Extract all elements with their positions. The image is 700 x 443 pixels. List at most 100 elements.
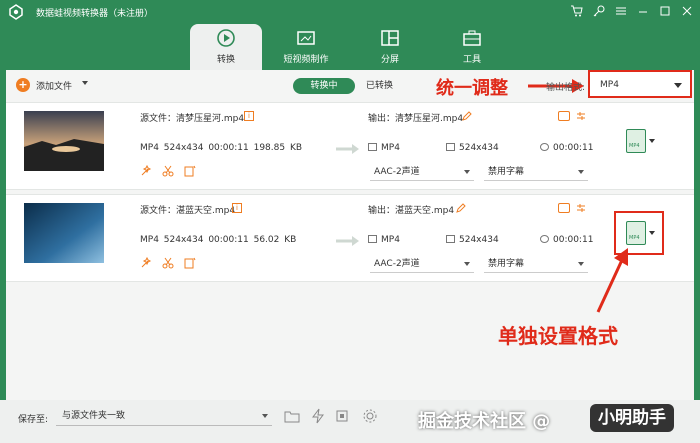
menu-icon[interactable]	[614, 4, 628, 18]
output-format-button[interactable]: MP4	[626, 129, 646, 153]
edit-effect-icon[interactable]	[184, 257, 196, 269]
subtitle-select[interactable]: 禁用字幕	[484, 257, 588, 273]
output-duration: 00:00:11	[540, 235, 593, 245]
main-tab-bar: 转换 短视频制作 分屏 工具	[0, 24, 700, 70]
pencil-icon[interactable]	[462, 111, 472, 121]
video-thumbnail	[24, 203, 104, 263]
bottom-bar: 保存至: 与源文件夹一致 掘金技术社区 @ 小明助手	[0, 400, 700, 443]
content-area: + 添加文件 转换中 已转换 统一调整 输出格式: MP4 源文件：清梦压星河.…	[6, 70, 694, 400]
output-resolution-value: 524x434	[459, 143, 499, 153]
audio-track-select[interactable]: AAC-2声道	[370, 257, 474, 273]
arrow-right-icon	[336, 236, 359, 246]
tab-video-make[interactable]: 短视频制作	[270, 24, 342, 70]
add-file-button[interactable]: 添加文件	[36, 79, 72, 92]
output-duration-value: 00:00:11	[553, 143, 594, 153]
chevron-down-icon	[262, 414, 268, 418]
film-icon	[368, 143, 377, 151]
audio-track-value: AAC-2声道	[374, 167, 420, 177]
output-format-value: MP4	[381, 235, 400, 245]
tab-tools[interactable]: 工具	[436, 24, 508, 70]
output-info-icon[interactable]	[558, 203, 570, 213]
file-card: 源文件：清梦压星河.mp4 i MP4 524x434 00:00:11 198…	[6, 102, 694, 190]
chevron-down-icon	[464, 262, 470, 266]
split-screen-icon	[381, 30, 399, 46]
tab-split-screen[interactable]: 分屏	[354, 24, 426, 70]
output-duration: 00:00:11	[540, 143, 593, 153]
chevron-down-icon	[674, 83, 682, 88]
info-icon[interactable]: i	[244, 111, 254, 121]
watermark-badge: 小明助手	[590, 404, 674, 432]
output-specs: MP4 524x434 00:00:11	[368, 235, 593, 247]
title-bar: 数据蛙视频转换器（未注册）	[0, 0, 700, 24]
pencil-icon[interactable]	[456, 203, 466, 213]
tab-label: 转换	[216, 55, 235, 65]
window-controls	[570, 4, 694, 18]
subtitle-value: 禁用字幕	[488, 259, 525, 269]
source-meta: MP4 524x434 00:00:11 56.02 KB	[140, 235, 297, 245]
tab-converted[interactable]: 已转换	[366, 78, 406, 94]
settings-sliders-icon[interactable]	[576, 111, 586, 121]
key-icon[interactable]	[592, 4, 606, 18]
enhance-icon[interactable]	[140, 256, 152, 269]
audio-track-select[interactable]: AAC-2声道	[370, 165, 474, 181]
add-file-dropdown-icon[interactable]	[82, 81, 88, 85]
clock-icon	[540, 235, 549, 243]
gpu-acceleration-icon[interactable]	[310, 408, 326, 424]
tab-converting[interactable]: 转换中	[293, 78, 355, 94]
output-specs: MP4 524x434 00:00:11	[368, 143, 593, 155]
info-icon[interactable]: i	[232, 203, 242, 213]
convert-all-format-select[interactable]: MP4	[588, 70, 692, 98]
file-actions	[140, 164, 196, 177]
save-path-value: 与源文件夹一致	[62, 411, 126, 421]
convert-icon	[217, 29, 235, 47]
video-thumbnail	[24, 111, 104, 171]
format-dropdown-icon[interactable]	[649, 139, 655, 143]
watermark: 掘金技术社区 @ 小明助手	[410, 402, 700, 436]
annotation-arrow-icon	[596, 248, 628, 313]
folder-icon[interactable]	[284, 408, 300, 424]
source-file-name: 源文件：湛蓝天空.mp4	[140, 206, 236, 216]
tab-convert[interactable]: 转换	[190, 24, 262, 70]
output-format-value: MP4	[381, 143, 400, 153]
enhance-icon[interactable]	[140, 164, 152, 177]
output-format: MP4	[368, 143, 400, 153]
maximize-icon[interactable]	[658, 4, 672, 18]
hardware-off-icon[interactable]	[334, 408, 350, 424]
edit-effect-icon[interactable]	[184, 165, 196, 177]
cut-icon[interactable]	[162, 165, 174, 177]
chevron-down-icon	[464, 170, 470, 174]
settings-gear-icon[interactable]	[362, 408, 378, 424]
source-meta: MP4 524x434 00:00:11 198.85 KB	[140, 143, 303, 153]
film-icon	[368, 235, 377, 243]
convert-all-label: 输出格式:	[546, 83, 586, 93]
tab-label: 工具	[462, 55, 481, 65]
subtitle-select[interactable]: 禁用字幕	[484, 165, 588, 181]
subtitle-value: 禁用字幕	[488, 167, 525, 177]
output-file-name: 输出：清梦压星河.mp4	[368, 114, 464, 124]
tab-label: 短视频制作	[283, 55, 329, 65]
cart-icon[interactable]	[570, 4, 584, 18]
minimize-icon[interactable]	[636, 4, 650, 18]
toolbox-icon	[463, 30, 481, 46]
output-resolution-value: 524x434	[459, 235, 499, 245]
file-card: 源文件：湛蓝天空.mp4 i MP4 524x434 00:00:11 56.0…	[6, 194, 694, 282]
format-badge: MP4	[629, 143, 640, 149]
resize-icon	[446, 235, 455, 243]
watermark-text: 掘金技术社区 @	[418, 411, 551, 432]
app-title: 数据蛙视频转换器（未注册）	[36, 9, 154, 19]
output-resolution: 524x434	[446, 143, 499, 153]
output-format: MP4	[368, 235, 400, 245]
resize-icon	[446, 143, 455, 151]
convert-all-format-value: MP4	[600, 80, 619, 90]
settings-sliders-icon[interactable]	[576, 203, 586, 213]
annotation-unified-adjust: 统一调整	[436, 78, 508, 99]
close-icon[interactable]	[680, 4, 694, 18]
app-logo-icon	[9, 4, 23, 20]
add-file-icon[interactable]: +	[16, 78, 30, 92]
annotation-format-per-file: 单独设置格式	[498, 324, 618, 348]
clock-icon	[540, 143, 549, 151]
save-path-select[interactable]: 与源文件夹一致	[56, 408, 272, 426]
output-info-icon[interactable]	[558, 111, 570, 121]
output-resolution: 524x434	[446, 235, 499, 245]
cut-icon[interactable]	[162, 257, 174, 269]
